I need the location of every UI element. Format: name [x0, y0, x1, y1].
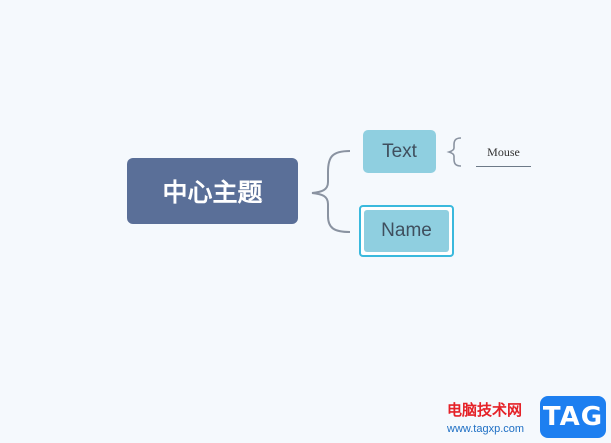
watermark-logo: TAG	[540, 396, 606, 438]
connector-lines	[311, 137, 462, 233]
main-branch-brace	[311, 150, 351, 233]
subtopic-text[interactable]: Text	[363, 130, 436, 173]
mind-map-canvas[interactable]: 中心主题 Text Mouse Name	[0, 0, 611, 443]
watermark-url: www.tagxp.com	[447, 423, 525, 435]
central-topic[interactable]: 中心主题	[127, 158, 298, 224]
subtopic-name-label: Name	[381, 220, 432, 241]
watermark-site-name: 电脑技术网	[447, 401, 523, 419]
subtopic-name[interactable]: Name	[364, 210, 449, 252]
central-topic-label: 中心主题	[162, 178, 263, 207]
subtopic-name-selection[interactable]: Name	[359, 205, 454, 257]
text-branch-brace	[446, 137, 462, 167]
watermark-logo-text: TAG	[542, 402, 604, 432]
subtopic-mouse-label: Mouse	[487, 145, 520, 159]
subtopic-text-label: Text	[382, 140, 417, 162]
subtopic-mouse[interactable]: Mouse	[476, 141, 531, 167]
